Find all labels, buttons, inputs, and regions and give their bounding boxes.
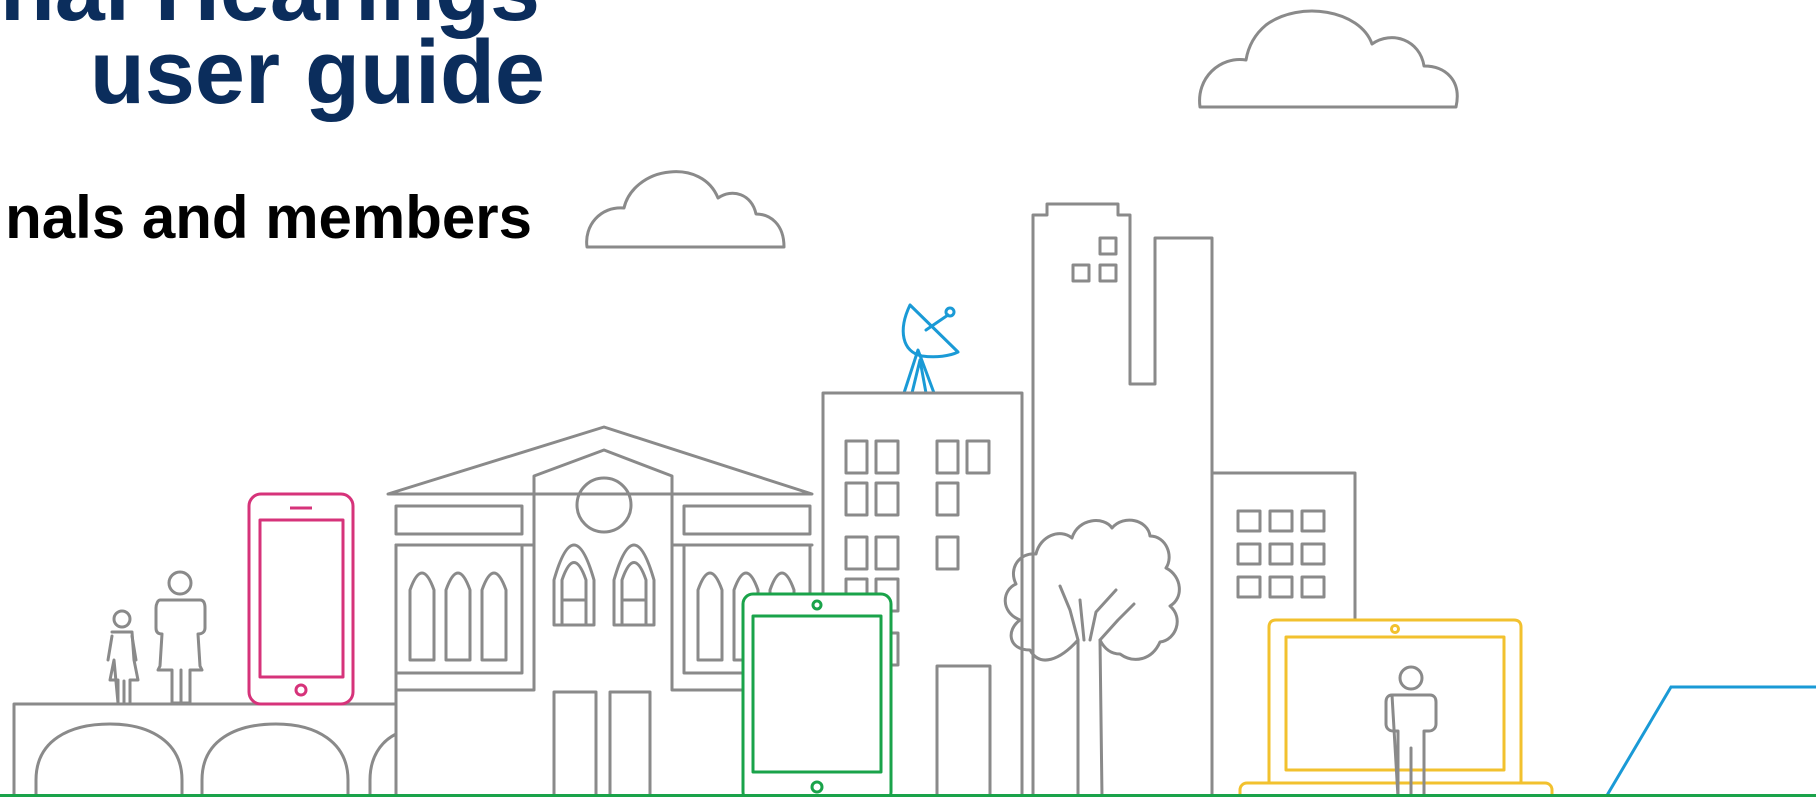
smartphone-icon — [247, 492, 355, 706]
child-icon — [106, 609, 140, 705]
accent-line — [1604, 685, 1816, 797]
cityscape-illustration — [0, 9, 1816, 797]
bridge — [12, 702, 398, 797]
tree-icon — [1003, 518, 1181, 797]
cloud-icon — [1198, 9, 1459, 109]
cloud-icon — [585, 170, 786, 249]
satellite-dish-icon — [901, 303, 960, 395]
tablet-icon — [741, 592, 893, 797]
person-icon — [154, 570, 207, 705]
